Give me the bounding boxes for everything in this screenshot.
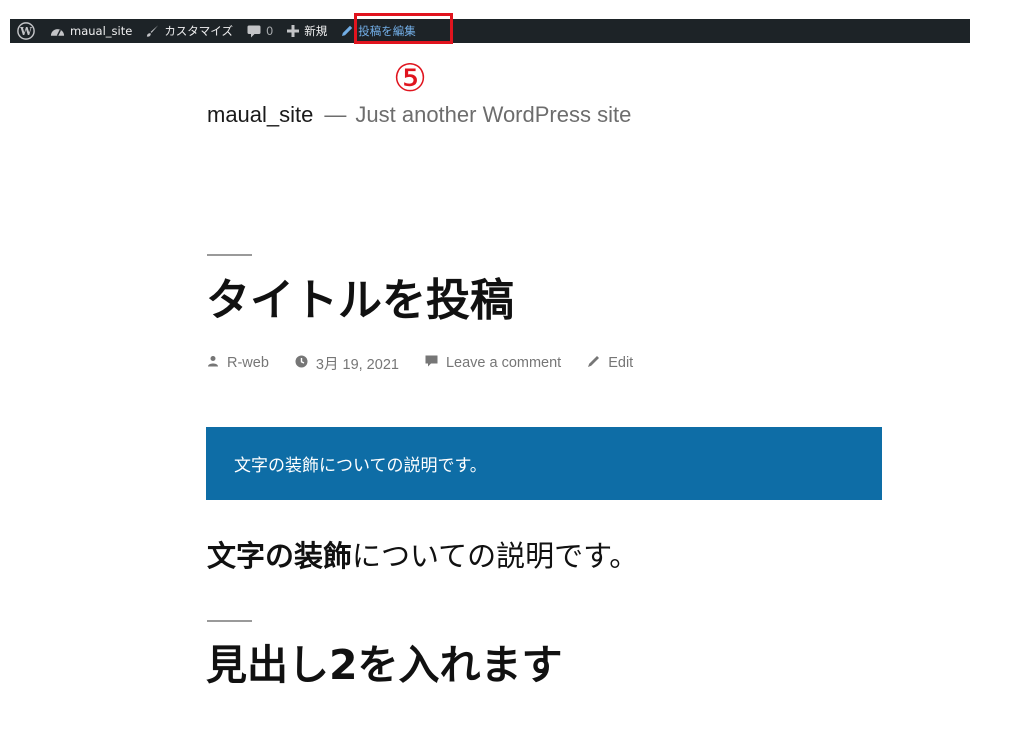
edit-text: Edit [608,355,634,371]
edit-post-label: 投稿を編集 [358,24,416,38]
site-separator: — [324,102,347,127]
dashboard-icon [50,25,65,37]
new-label: 新規 [304,24,328,38]
new-content-button[interactable]: 新規 [280,19,334,43]
brush-icon [146,24,159,38]
site-description: Just another WordPress site [355,102,632,127]
site-name-menu[interactable]: maual_site [43,19,139,43]
edit-post-button[interactable]: 投稿を編集 [334,19,423,43]
pencil-icon [341,25,353,37]
paragraph-text: についての説明です。 [352,539,639,573]
site-title-link[interactable]: maual_site [207,102,313,127]
pencil-icon [587,355,608,372]
admin-bar: W maual_site カスタマイズ 0 新規 投稿を編集 [10,19,970,43]
site-name-label: maual_site [70,24,133,38]
edit-link[interactable]: Edit [587,355,633,372]
post-title: タイトルを投稿 [206,275,514,326]
clock-icon [295,355,316,372]
post-meta: R-web 3月 19, 2021 Leave a comment Edit [207,352,659,374]
svg-text:W: W [19,25,33,38]
comment-bubble-icon [247,25,261,38]
comments-count: 0 [265,24,274,38]
plus-icon [287,25,300,37]
title-divider [207,254,252,256]
bold-text: 文字の装飾 [207,539,353,573]
comments-button[interactable]: 0 [240,19,280,43]
highlighted-paragraph: 文字の装飾についての説明です。 [206,427,882,500]
comment-icon [425,355,446,371]
post-date[interactable]: 3月 19, 2021 [295,353,399,374]
step-number-marker: ⑤ [392,56,428,100]
leave-comment-text: Leave a comment [445,355,562,371]
heading-divider [207,620,252,622]
highlighted-paragraph-text: 文字の装飾についての説明です。 [234,456,487,476]
customize-label: カスタマイズ [164,24,233,38]
body-paragraph: 文字の装飾についての説明です。 [207,533,638,579]
customize-button[interactable]: カスタマイズ [139,19,240,43]
author-name: R-web [227,355,269,371]
date-text: 3月 19, 2021 [315,356,399,373]
post-author[interactable]: R-web [207,355,269,371]
wordpress-logo-button[interactable]: W [10,19,43,43]
leave-comment-link[interactable]: Leave a comment [425,355,561,371]
wordpress-logo-icon: W [17,22,35,40]
heading-2: 見出し2を入れます [206,641,563,689]
user-icon [207,355,227,371]
site-header: maual_site — Just another WordPress site [207,102,631,128]
